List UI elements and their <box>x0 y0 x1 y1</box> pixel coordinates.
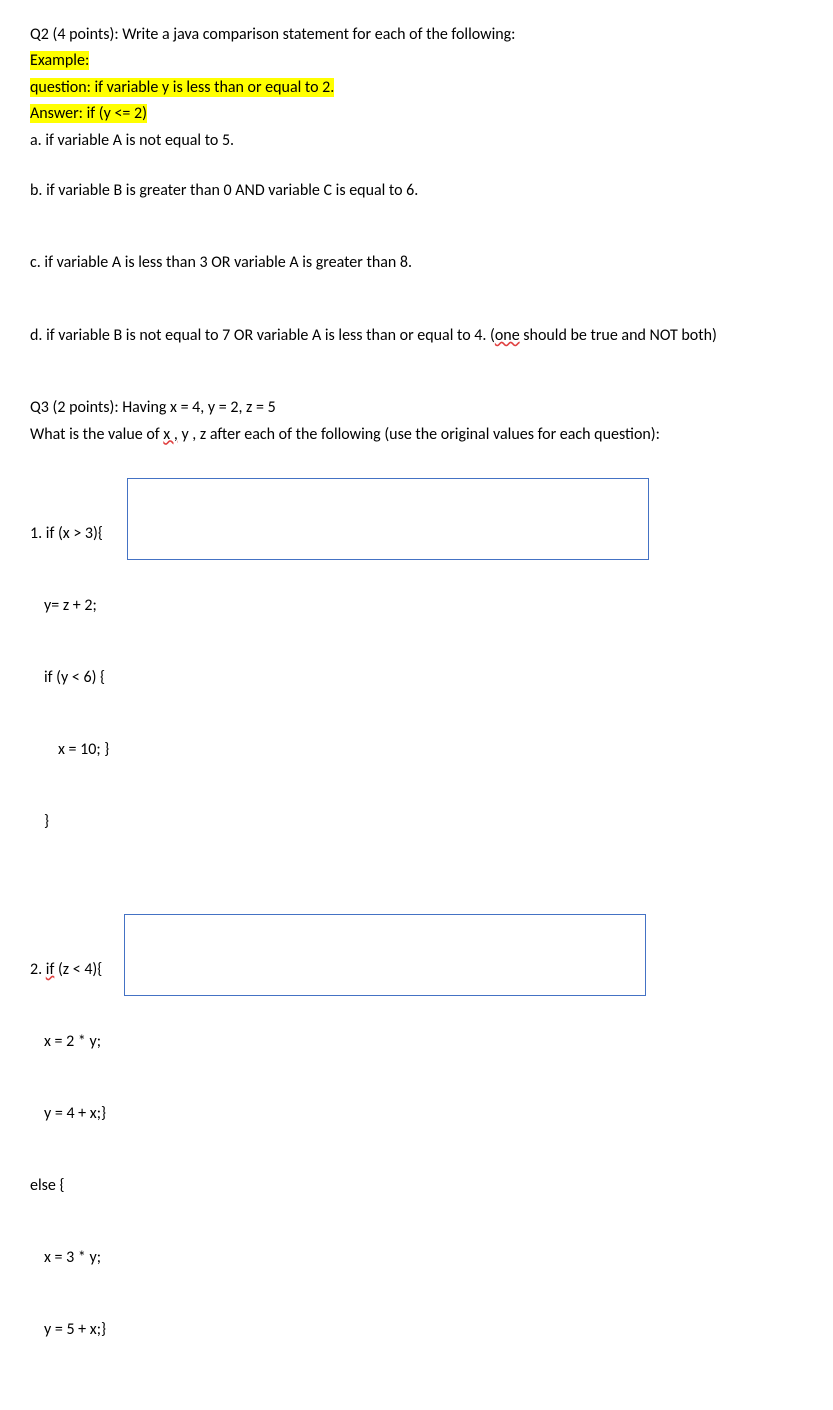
q3-part2-row: 2. if (z < 4){ x = 2 * y; y = 4 + x;} el… <box>30 910 803 1390</box>
q3-prompt: What is the value of x , y , z after eac… <box>30 424 803 446</box>
q3-header: Q3 (2 points): Having x = 4, y = 2, z = … <box>30 397 803 419</box>
example-question: question: if variable y is less than or … <box>30 77 803 99</box>
q2-header: Q2 (4 points): Write a java comparison s… <box>30 24 803 46</box>
q3-part2-answer-box[interactable] <box>124 914 646 996</box>
q3-part1-answer-box[interactable] <box>127 478 649 560</box>
example-answer: Answer: if (y <= 2) <box>30 103 803 125</box>
q3-part1-code: 1. if (x > 3){ y= z + 2; if (y < 6) { x … <box>30 474 109 882</box>
q2-b: b. if variable B is greater than 0 AND v… <box>30 180 803 202</box>
q2-d: d. if variable B is not equal to 7 OR va… <box>30 325 803 347</box>
q2-a: a. if variable A is not equal to 5. <box>30 130 803 152</box>
q3-part2-code: 2. if (z < 4){ x = 2 * y; y = 4 + x;} el… <box>30 910 106 1390</box>
q2-c: c. if variable A is less than 3 OR varia… <box>30 252 803 274</box>
example-label: Example: <box>30 50 803 72</box>
q3-part1-row: 1. if (x > 3){ y= z + 2; if (y < 6) { x … <box>30 474 803 882</box>
